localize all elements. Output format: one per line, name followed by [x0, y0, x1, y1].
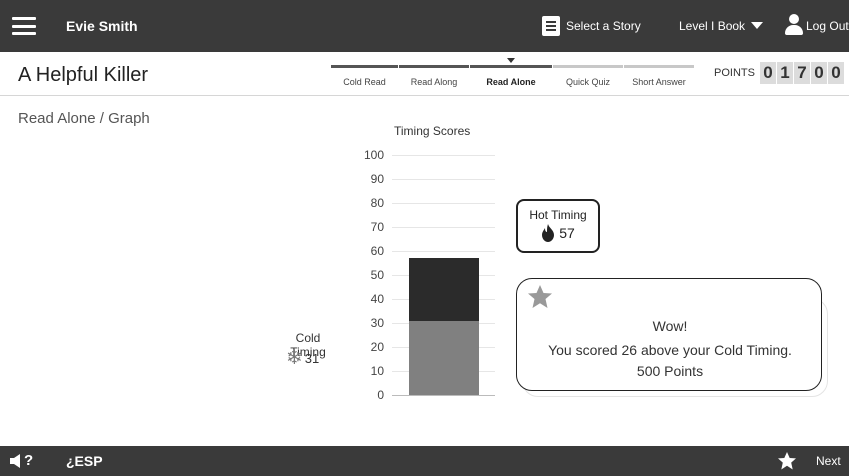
level-dropdown[interactable]: Level I Book	[679, 19, 764, 33]
speaker-icon	[10, 453, 20, 468]
logout-link[interactable]: Log Out	[806, 19, 849, 33]
step-label: Cold Read	[343, 77, 386, 87]
points-digit: 0	[760, 62, 776, 84]
sound-help-button[interactable]: ?	[10, 452, 33, 469]
current-step-pointer-icon	[507, 58, 515, 63]
y-tick-label: 80	[370, 196, 384, 210]
chart-title: Timing Scores	[394, 124, 471, 138]
hot-timing-bar	[409, 258, 479, 321]
next-button[interactable]: Next	[816, 454, 841, 468]
step-short-answer[interactable]: Short Answer	[624, 65, 694, 93]
spanish-toggle[interactable]: ¿ESP	[66, 453, 103, 469]
flame-icon	[542, 224, 555, 242]
y-tick-label: 10	[370, 364, 384, 378]
step-label: Short Answer	[632, 77, 686, 87]
cold-score: 31	[304, 350, 320, 366]
points-counter: 0 1 7 0 0	[760, 62, 845, 84]
step-label: Read Along	[410, 77, 458, 87]
help-question-icon: ?	[24, 452, 34, 469]
step-cold-read[interactable]: Cold Read	[331, 65, 398, 93]
message-line-2: You scored 26 above your Cold Timing.	[548, 342, 792, 358]
step-read-alone[interactable]: Read Alone	[470, 58, 552, 93]
step-read-along[interactable]: Read Along	[399, 65, 469, 93]
menu-icon[interactable]	[12, 17, 36, 35]
cold-timing-value: ❄ 31	[286, 347, 320, 369]
points-digit: 0	[828, 62, 844, 84]
y-tick-label: 40	[370, 292, 384, 306]
gridline	[392, 155, 495, 156]
gridline	[392, 203, 495, 204]
points-digit: 7	[794, 62, 810, 84]
star-icon	[528, 285, 552, 308]
title-bar: A Helpful Killer Cold Read Read Along Re…	[0, 52, 849, 96]
caret-down-icon	[751, 22, 764, 29]
snowflake-icon: ❄	[286, 347, 303, 369]
y-tick-label: 0	[377, 388, 384, 402]
message-line-1: Wow!	[652, 318, 688, 334]
hot-timing-value: 57	[518, 224, 598, 242]
level-label: Level I Book	[679, 19, 746, 33]
step-label: Read Alone	[486, 77, 536, 87]
step-quick-quiz[interactable]: Quick Quiz	[553, 65, 623, 93]
x-axis-line	[392, 395, 495, 396]
points-label: POINTS	[714, 67, 755, 79]
hot-score: 57	[559, 225, 575, 241]
gridline	[392, 179, 495, 180]
y-tick-label: 30	[370, 316, 384, 330]
y-tick-label: 60	[370, 244, 384, 258]
story-title: A Helpful Killer	[18, 64, 149, 86]
points-digit: 0	[811, 62, 827, 84]
user-icon[interactable]	[785, 14, 803, 36]
bottom-bar: ? ¿ESP Next	[0, 446, 849, 476]
gridline	[392, 227, 495, 228]
gridline	[392, 251, 495, 252]
y-tick-label: 90	[370, 172, 384, 186]
top-bar: Evie Smith Select a Story Level I Book L…	[0, 0, 849, 52]
book-icon[interactable]	[542, 16, 560, 36]
star-icon[interactable]	[777, 451, 797, 471]
message-line-3: 500 Points	[636, 363, 704, 379]
cold-timing-bar	[409, 320, 479, 395]
result-message: Wow! You scored 26 above your Cold Timin…	[516, 278, 822, 391]
step-label: Quick Quiz	[565, 77, 610, 87]
y-tick-label: 20	[370, 340, 384, 354]
breadcrumb: Read Alone / Graph	[18, 110, 150, 127]
user-name: Evie Smith	[66, 18, 138, 34]
select-story-link[interactable]: Select a Story	[566, 19, 641, 33]
hot-timing-label: Hot Timing	[529, 208, 587, 222]
y-tick-label: 70	[370, 220, 384, 234]
y-tick-label: 50	[370, 268, 384, 282]
points-digit: 1	[777, 62, 793, 84]
hot-timing-callout: Hot Timing 57	[516, 199, 600, 253]
y-tick-label: 100	[363, 148, 384, 162]
